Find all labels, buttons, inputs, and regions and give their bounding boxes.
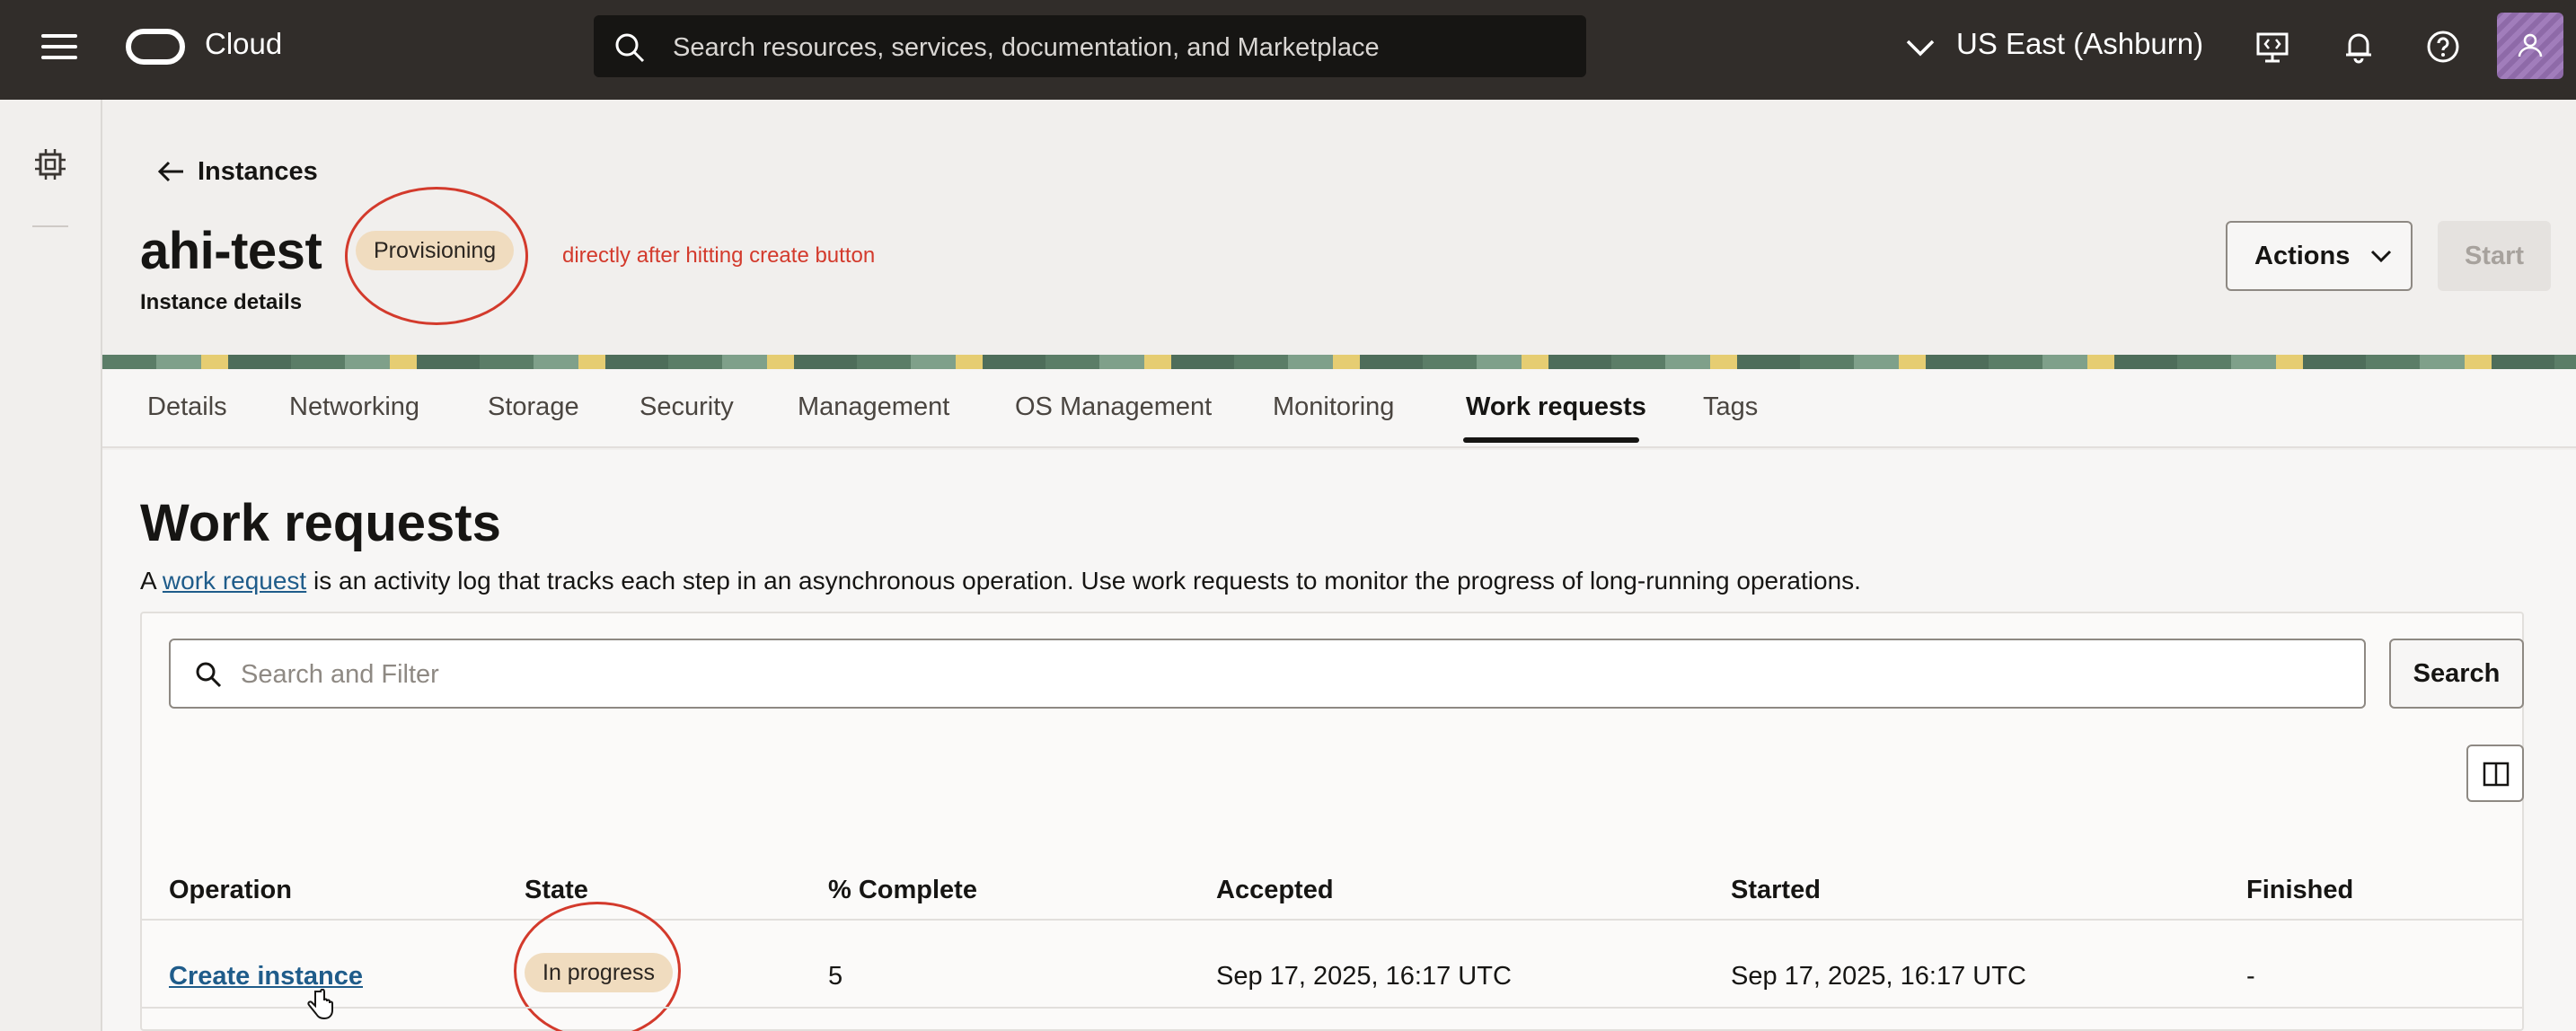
table-row-divider (142, 1007, 2522, 1009)
menu-icon[interactable] (41, 34, 77, 61)
column-header-state[interactable]: State (525, 876, 588, 905)
tab-storage[interactable]: Storage (488, 392, 579, 422)
user-icon (2518, 33, 2543, 57)
percent-complete-cell: 5 (828, 962, 843, 991)
section-description: A work request is an activity log that t… (140, 567, 1861, 595)
hand-cursor-icon (307, 989, 333, 1020)
table-header-divider (142, 919, 2522, 921)
rail-divider (32, 225, 68, 227)
actions-label: Actions (2254, 241, 2351, 270)
help-icon[interactable] (2425, 29, 2461, 65)
breadcrumb-label: Instances (198, 156, 318, 186)
tab-tags[interactable]: Tags (1703, 392, 1758, 422)
tab-bar: Details Networking Storage Security Mana… (102, 369, 2576, 448)
top-bar: Cloud Search resources, services, docume… (0, 0, 2576, 100)
left-rail (0, 100, 102, 1031)
global-search-input[interactable]: Search resources, services, documentatio… (594, 15, 1586, 77)
column-header-finished[interactable]: Finished (2246, 876, 2353, 905)
desc-prefix: A (140, 567, 163, 595)
section-heading: Work requests (140, 494, 501, 552)
page-subtitle: Instance details (140, 290, 303, 314)
tab-monitoring[interactable]: Monitoring (1273, 392, 1394, 422)
code-editor-icon[interactable] (2254, 29, 2290, 65)
tab-management[interactable]: Management (798, 392, 949, 422)
tab-security[interactable]: Security (640, 392, 734, 422)
annotation-circle (345, 187, 528, 325)
compute-chip-icon[interactable] (32, 146, 68, 182)
filter-placeholder: Search and Filter (241, 660, 439, 689)
tab-os-management[interactable]: OS Management (1015, 392, 1212, 422)
finished-cell: - (2246, 962, 2255, 991)
bell-icon[interactable] (2341, 29, 2377, 65)
column-header-started[interactable]: Started (1731, 876, 1821, 905)
main-area: Instances ahi-test Provisioning directly… (102, 100, 2576, 1031)
decorative-banner (102, 355, 2576, 369)
desc-suffix: is an activity log that tracks each step… (306, 567, 1861, 595)
started-cell: Sep 17, 2025, 16:17 UTC (1731, 962, 2026, 991)
work-requests-section: Work requests A work request is an activ… (102, 450, 2576, 1031)
region-selector[interactable]: US East (Ashburn) (1956, 27, 2203, 61)
column-header-operation[interactable]: Operation (169, 876, 292, 905)
columns-icon (2483, 762, 2510, 787)
tab-networking[interactable]: Networking (289, 392, 419, 422)
search-icon (196, 662, 222, 688)
start-button[interactable]: Start (2438, 221, 2551, 291)
column-settings-button[interactable] (2466, 745, 2524, 802)
work-request-link[interactable]: work request (163, 567, 306, 595)
chevron-down-icon[interactable] (1904, 34, 1936, 61)
cloud-logo-icon[interactable] (126, 29, 185, 65)
actions-button[interactable]: Actions (2226, 221, 2413, 291)
chevron-down-icon (2371, 250, 2392, 263)
arrow-left-icon (157, 161, 183, 182)
tab-work-requests[interactable]: Work requests (1466, 392, 1646, 422)
create-instance-link[interactable]: Create instance (169, 962, 363, 991)
tab-details[interactable]: Details (147, 392, 227, 422)
search-filter-input[interactable]: Search and Filter (169, 639, 2366, 709)
search-button[interactable]: Search (2389, 639, 2524, 709)
search-icon (615, 33, 645, 63)
page-title: ahi-test (140, 222, 322, 280)
user-avatar[interactable] (2497, 13, 2563, 79)
back-to-instances-link[interactable]: Instances (156, 154, 318, 189)
accepted-cell: Sep 17, 2025, 16:17 UTC (1216, 962, 1512, 991)
active-tab-indicator (1463, 437, 1639, 443)
annotation-circle (514, 902, 681, 1031)
operation-cell: Create instance (169, 962, 363, 991)
brand-name[interactable]: Cloud (205, 27, 282, 61)
annotation-text: directly after hitting create button (562, 243, 876, 268)
work-requests-table-panel: Search and Filter Search Operation State… (140, 612, 2524, 1031)
column-header-complete[interactable]: % Complete (828, 876, 977, 905)
search-placeholder: Search resources, services, documentatio… (673, 33, 1380, 62)
column-header-accepted[interactable]: Accepted (1216, 876, 1334, 905)
